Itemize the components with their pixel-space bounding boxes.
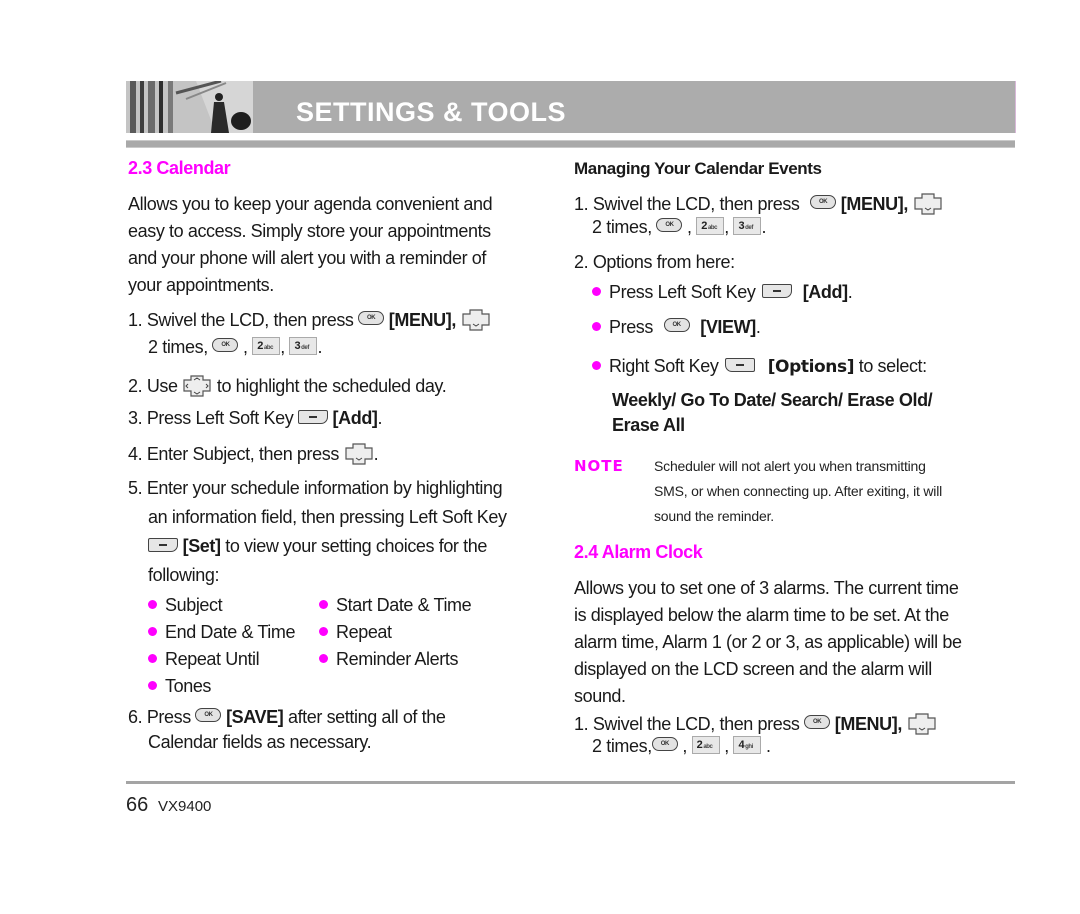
ok-key-icon: OK bbox=[358, 311, 385, 325]
calendar-step-3: 3. Press Left Soft Key [Add]. bbox=[128, 408, 383, 428]
managing-step-2: 2. Options from here: bbox=[574, 252, 735, 272]
field-list-item: End Date & Time bbox=[148, 622, 295, 643]
ok-key-icon: OK bbox=[663, 318, 690, 332]
bullet-icon bbox=[319, 654, 328, 663]
field-list-item: Tones bbox=[148, 676, 211, 697]
nav-key-down-icon bbox=[461, 309, 490, 331]
nav-key-down-icon bbox=[344, 443, 373, 465]
save-label: [SAVE] bbox=[226, 707, 284, 727]
key-3def-icon: 3def bbox=[733, 217, 762, 235]
menu-label: [MENU], bbox=[388, 310, 457, 330]
field-list-item: Reminder Alerts bbox=[319, 649, 458, 670]
key-2abc-icon: 2abc bbox=[691, 736, 720, 754]
calendar-step-2: 2. Use to highlight the scheduled day. bbox=[128, 375, 447, 397]
ok-key-icon: OK bbox=[195, 708, 222, 722]
bullet-icon bbox=[148, 681, 157, 690]
calendar-heading: 2.3 Calendar bbox=[128, 158, 231, 178]
calendar-step-5: 5. Enter your schedule information by hi… bbox=[128, 478, 503, 498]
managing-events-heading: Managing Your Calendar Events bbox=[574, 159, 822, 178]
alarm-intro-line: displayed on the LCD screen and the alar… bbox=[574, 659, 932, 679]
key-4ghi-icon: 4ghi bbox=[733, 736, 762, 754]
field-list-item: Repeat Until bbox=[148, 649, 260, 670]
option-item: Press OK [VIEW]. bbox=[592, 317, 761, 338]
option-item: Press Left Soft Key [Add]. bbox=[592, 282, 853, 303]
step-number: 1. bbox=[128, 310, 143, 330]
field-list-item: Repeat bbox=[319, 622, 392, 643]
menu-label: [MENU], bbox=[834, 714, 903, 734]
bullet-icon bbox=[319, 627, 328, 636]
calendar-step-6: 6. Press OK [SAVE] after setting all of … bbox=[128, 707, 446, 727]
field-list-item: Subject bbox=[148, 595, 223, 616]
calendar-intro-line: and your phone will alert you with a rem… bbox=[128, 248, 487, 268]
bullet-icon bbox=[148, 600, 157, 609]
header-rule bbox=[126, 140, 1015, 148]
bullet-icon bbox=[148, 654, 157, 663]
calendar-step-1-keys: 2 times, OK , 2abc, 3def. bbox=[148, 337, 323, 357]
alarm-intro-line: is displayed below the alarm time to be … bbox=[574, 605, 949, 625]
key-2abc-icon: 2abc bbox=[696, 217, 725, 235]
ok-key-icon: OK bbox=[804, 715, 831, 729]
alarm-intro-line: sound. bbox=[574, 686, 626, 706]
nav-key-icon bbox=[183, 375, 211, 397]
ok-key-icon: OK bbox=[212, 338, 239, 352]
calendar-step-4: 4. Enter Subject, then press . bbox=[128, 443, 379, 465]
calendar-step-5-line: [Set] to view your setting choices for t… bbox=[148, 536, 487, 557]
bullet-icon bbox=[592, 322, 601, 331]
nav-key-down-icon bbox=[913, 193, 942, 215]
note-text: Scheduler will not alert you when transm… bbox=[654, 458, 943, 524]
note-label: NOTE bbox=[574, 457, 624, 475]
options-list: Weekly/ Go To Date/ Search/ Erase Old/ bbox=[612, 390, 933, 410]
ok-key-icon: OK bbox=[651, 737, 678, 751]
alarm-step-1: 1. Swivel the LCD, then press OK [MENU], bbox=[574, 713, 937, 735]
managing-step-1-keys: 2 times, OK , 2abc, 3def. bbox=[592, 217, 767, 237]
page-number: 66 bbox=[126, 794, 149, 816]
left-soft-key-icon bbox=[762, 284, 793, 298]
calendar-step-6-line: Calendar fields as necessary. bbox=[148, 732, 372, 752]
nav-key-down-icon bbox=[907, 713, 936, 735]
bullet-icon bbox=[148, 627, 157, 636]
footer-rule bbox=[126, 781, 1015, 784]
calendar-intro-line: your appointments. bbox=[128, 275, 274, 295]
calendar-intro-line: easy to access. Simply store your appoin… bbox=[128, 221, 491, 241]
banner-photo bbox=[126, 81, 253, 133]
right-soft-key-icon bbox=[725, 358, 756, 372]
photo-image-icon bbox=[126, 81, 253, 133]
left-soft-key-icon bbox=[148, 538, 178, 552]
calendar-step-5-line: an information field, then pressing Left… bbox=[148, 507, 507, 527]
calendar-intro-line: Allows you to keep your agenda convenien… bbox=[128, 194, 493, 214]
bullet-icon bbox=[592, 361, 601, 370]
field-list-item: Start Date & Time bbox=[319, 595, 472, 616]
calendar-step-5-line: following: bbox=[148, 565, 220, 585]
managing-step-1: 1. Swivel the LCD, then press OK [MENU], bbox=[574, 193, 943, 215]
menu-label: [MENU], bbox=[840, 194, 909, 214]
alarm-clock-heading: 2.4 Alarm Clock bbox=[574, 542, 703, 562]
calendar-step-1: 1. Swivel the LCD, then press OK [MENU], bbox=[128, 309, 491, 331]
ok-key-icon: OK bbox=[810, 195, 837, 209]
bullet-icon bbox=[592, 287, 601, 296]
key-3def-icon: 3def bbox=[289, 337, 318, 355]
alarm-intro-line: Allows you to set one of 3 alarms. The c… bbox=[574, 578, 959, 598]
section-title: SETTINGS & TOOLS bbox=[296, 97, 567, 127]
options-list: Erase All bbox=[612, 415, 685, 435]
add-label: [Add] bbox=[332, 408, 378, 428]
option-item: Right Soft Key [Options] to select: bbox=[592, 356, 927, 377]
alarm-intro-line: alarm time, Alarm 1 (or 2 or 3, as appli… bbox=[574, 632, 962, 652]
step-text: Swivel the LCD, then press bbox=[146, 310, 354, 330]
left-soft-key-icon bbox=[297, 410, 328, 424]
model-name: VX9400 bbox=[158, 798, 212, 815]
ok-key-icon: OK bbox=[656, 218, 683, 232]
set-label: [Set] bbox=[182, 536, 221, 556]
alarm-step-1-keys: 2 times, OK , 2abc , 4ghi . bbox=[592, 736, 771, 756]
bullet-icon bbox=[319, 600, 328, 609]
key-2abc-icon: 2abc bbox=[252, 337, 281, 355]
section-banner: SETTINGS & TOOLS bbox=[126, 81, 1016, 133]
